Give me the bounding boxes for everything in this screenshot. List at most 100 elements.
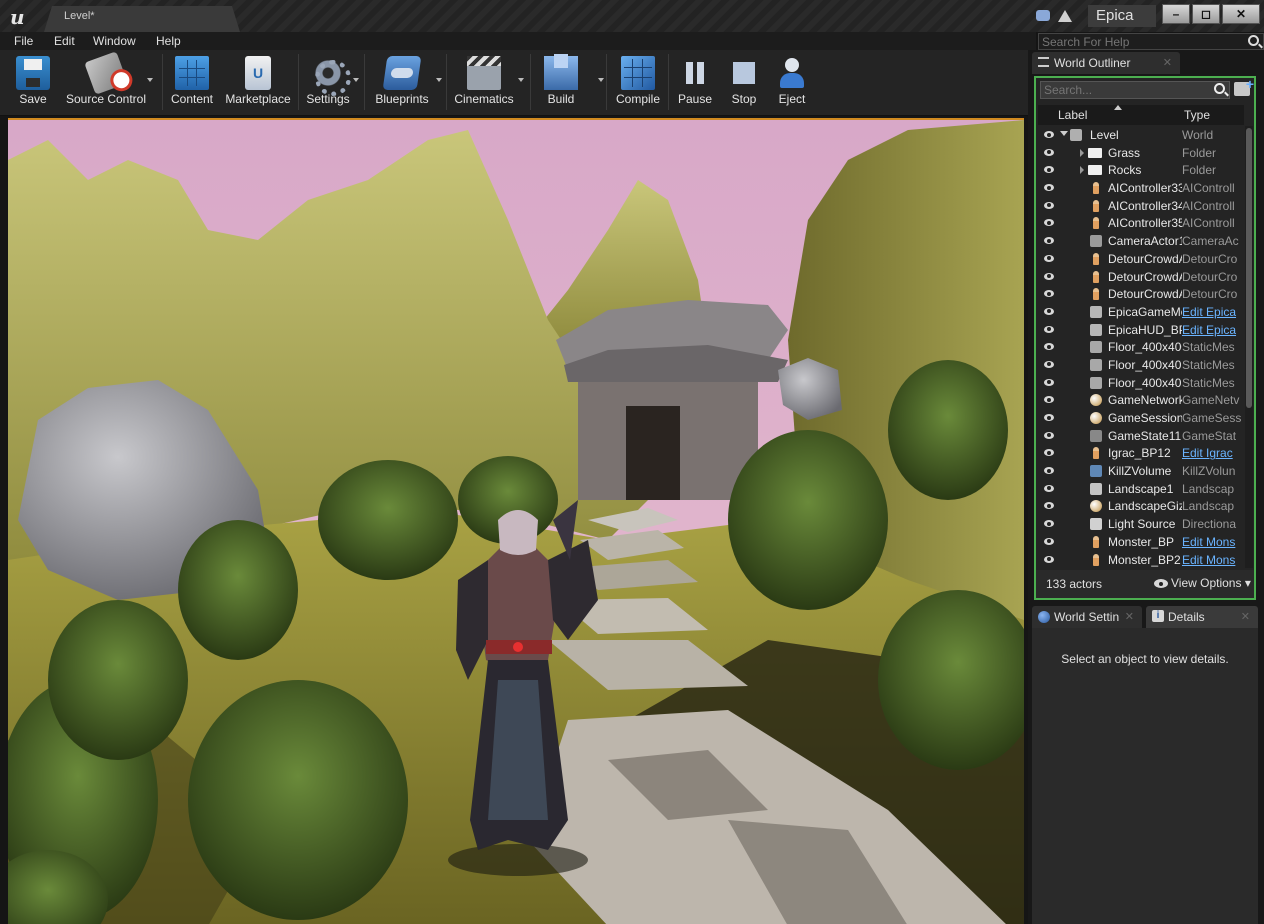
- add-folder-icon[interactable]: [1234, 76, 1254, 96]
- maximize-button[interactable]: ◻: [1192, 4, 1220, 24]
- blueprints-button[interactable]: Blueprints: [370, 52, 434, 112]
- visibility-eye-icon[interactable]: [1044, 166, 1054, 174]
- collapse-arrow-icon[interactable]: [1080, 166, 1084, 175]
- world-outliner-tab[interactable]: World Outliner ✕: [1032, 52, 1180, 74]
- visibility-eye-icon[interactable]: [1044, 343, 1054, 351]
- edit-blueprint-link[interactable]: Edit Mons: [1182, 535, 1242, 549]
- visibility-eye-icon[interactable]: [1044, 555, 1054, 563]
- notification-icon[interactable]: [1058, 10, 1072, 22]
- visibility-eye-icon[interactable]: [1044, 449, 1054, 457]
- visibility-eye-icon[interactable]: [1044, 131, 1054, 138]
- source-control-button[interactable]: Source Control: [60, 51, 152, 112]
- settings-button[interactable]: Settings: [302, 52, 354, 112]
- search-icon[interactable]: [1248, 35, 1259, 46]
- visibility-eye-icon[interactable]: [1044, 431, 1054, 439]
- expand-arrow-icon[interactable]: [1060, 131, 1068, 136]
- visibility-eye-icon[interactable]: [1044, 148, 1054, 156]
- visibility-eye-icon[interactable]: [1044, 467, 1054, 475]
- edit-blueprint-link[interactable]: Edit Igrac: [1182, 446, 1242, 460]
- outliner-row[interactable]: LandscapeGizmLandscap: [1038, 497, 1244, 515]
- outliner-search-input[interactable]: [1041, 82, 1201, 98]
- outliner-row[interactable]: DetourCrowdAI DetourCro: [1038, 250, 1244, 268]
- outliner-row[interactable]: Floor_400x400 StaticMes: [1038, 338, 1244, 356]
- marketplace-button[interactable]: Marketplace: [222, 52, 294, 112]
- build-dropdown-icon[interactable]: [598, 78, 604, 82]
- visibility-eye-icon[interactable]: [1044, 502, 1054, 510]
- edit-blueprint-link[interactable]: Edit Epica: [1182, 305, 1242, 319]
- blueprints-dropdown-icon[interactable]: [436, 78, 442, 82]
- level-viewport[interactable]: [8, 118, 1024, 924]
- visibility-eye-icon[interactable]: [1044, 290, 1054, 298]
- outliner-row[interactable]: KillZVolume KillZVolun: [1038, 462, 1244, 480]
- cinematics-dropdown-icon[interactable]: [518, 78, 524, 82]
- view-options-button[interactable]: View Options ▾: [1154, 576, 1251, 590]
- outliner-row[interactable]: EpicaGameMo Edit Epica: [1038, 303, 1244, 321]
- save-button[interactable]: Save: [10, 52, 56, 112]
- outliner-row[interactable]: AIController35 AIControll: [1038, 214, 1244, 232]
- minimize-button[interactable]: –: [1162, 4, 1190, 24]
- content-button[interactable]: Content: [166, 52, 218, 112]
- pause-button[interactable]: Pause: [672, 52, 718, 112]
- close-tab-icon[interactable]: ✕: [1241, 610, 1250, 623]
- compile-button[interactable]: Compile: [612, 52, 664, 112]
- stop-button[interactable]: Stop: [722, 52, 766, 112]
- build-button[interactable]: Build: [536, 52, 586, 112]
- outliner-row[interactable]: GameSession1 GameSess: [1038, 409, 1244, 427]
- visibility-eye-icon[interactable]: [1044, 184, 1054, 192]
- details-tab[interactable]: i Details ✕: [1146, 606, 1258, 628]
- outliner-row[interactable]: GameState11 GameStat: [1038, 427, 1244, 445]
- settings-dropdown-icon[interactable]: [353, 78, 359, 82]
- visibility-eye-icon[interactable]: [1044, 396, 1054, 404]
- visibility-eye-icon[interactable]: [1044, 307, 1054, 315]
- visibility-eye-icon[interactable]: [1044, 520, 1054, 528]
- outliner-row[interactable]: Grass Folder: [1038, 144, 1244, 162]
- visibility-eye-icon[interactable]: [1044, 237, 1054, 245]
- outliner-row[interactable]: Rocks Folder: [1038, 161, 1244, 179]
- visibility-eye-icon[interactable]: [1044, 272, 1054, 280]
- outliner-row[interactable]: DetourCrowdAI DetourCro: [1038, 285, 1244, 303]
- menu-help[interactable]: Help: [156, 34, 181, 48]
- eject-button[interactable]: Eject: [770, 52, 814, 112]
- menu-edit[interactable]: Edit: [54, 34, 75, 48]
- menu-window[interactable]: Window: [93, 34, 136, 48]
- menu-file[interactable]: File: [14, 34, 33, 48]
- label-column-header[interactable]: Label: [1058, 108, 1087, 122]
- outliner-row[interactable]: EpicaHUD_BP1Edit Epica: [1038, 321, 1244, 339]
- help-search-input[interactable]: [1039, 34, 1239, 49]
- visibility-eye-icon[interactable]: [1044, 484, 1054, 492]
- outliner-row[interactable]: Monster_BP Edit Mons: [1038, 533, 1244, 551]
- search-icon[interactable]: [1214, 83, 1225, 94]
- outliner-row[interactable]: GameNetworkMGameNetv: [1038, 391, 1244, 409]
- visibility-eye-icon[interactable]: [1044, 378, 1054, 386]
- visibility-eye-icon[interactable]: [1044, 360, 1054, 368]
- visibility-eye-icon[interactable]: [1044, 325, 1054, 333]
- outliner-row[interactable]: Level World: [1038, 126, 1244, 144]
- outliner-row[interactable]: AIController33 AIControll: [1038, 179, 1244, 197]
- level-document-tab[interactable]: Level*: [44, 6, 240, 32]
- edit-blueprint-link[interactable]: Edit Mons: [1182, 553, 1242, 567]
- outliner-row[interactable]: Floor_400x401 StaticMes: [1038, 356, 1244, 374]
- outliner-row[interactable]: Light Source Directiona: [1038, 515, 1244, 533]
- outliner-row[interactable]: Igrac_BP12 Edit Igrac: [1038, 444, 1244, 462]
- outliner-row[interactable]: Monster_BP2 Edit Mons: [1038, 551, 1244, 569]
- close-tab-icon[interactable]: ✕: [1125, 610, 1134, 623]
- outliner-row[interactable]: DetourCrowdAI DetourCro: [1038, 268, 1244, 286]
- unreal-logo-icon[interactable]: u: [10, 5, 25, 29]
- visibility-eye-icon[interactable]: [1044, 201, 1054, 209]
- collapse-arrow-icon[interactable]: [1080, 148, 1084, 157]
- type-column-header[interactable]: Type: [1184, 108, 1210, 122]
- world-settings-tab[interactable]: World Settin ✕: [1032, 606, 1142, 628]
- outliner-scrollbar[interactable]: [1245, 126, 1253, 568]
- source-control-dropdown-icon[interactable]: [147, 78, 153, 82]
- outliner-row[interactable]: Floor_400x402 StaticMes: [1038, 374, 1244, 392]
- chat-icon[interactable]: [1036, 10, 1050, 21]
- scrollbar-thumb[interactable]: [1246, 128, 1252, 408]
- visibility-eye-icon[interactable]: [1044, 537, 1054, 545]
- edit-blueprint-link[interactable]: Edit Epica: [1182, 323, 1242, 337]
- visibility-eye-icon[interactable]: [1044, 219, 1054, 227]
- outliner-row[interactable]: AIController34 AIControll: [1038, 197, 1244, 215]
- outliner-row[interactable]: Landscape1 Landscap: [1038, 480, 1244, 498]
- close-tab-icon[interactable]: ✕: [1163, 56, 1172, 69]
- visibility-eye-icon[interactable]: [1044, 414, 1054, 421]
- cinematics-button[interactable]: Cinematics: [450, 52, 518, 112]
